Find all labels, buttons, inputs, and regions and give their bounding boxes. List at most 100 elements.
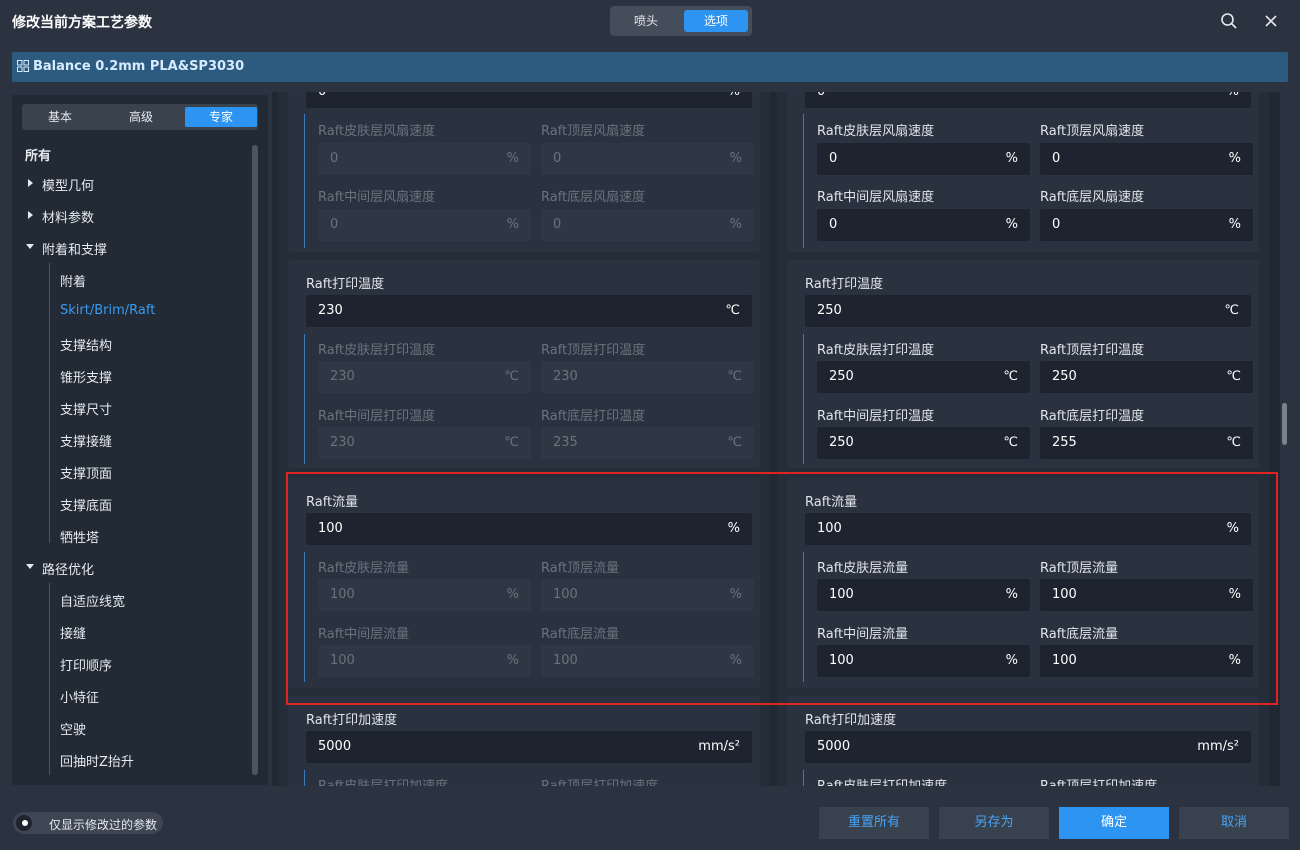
raft-accel-input[interactable]: 5000 mm/s²: [805, 731, 1251, 763]
raft-skin-fan-input[interactable]: 0%: [817, 143, 1030, 175]
expand-right-icon[interactable]: [28, 179, 33, 187]
tree-item-tree-support[interactable]: 锥形支撑: [60, 367, 112, 386]
tab-options[interactable]: 选项: [684, 10, 748, 32]
raft-skin-flow-input: 100%: [318, 579, 531, 611]
category-panel: 基本 高级 专家 所有 模型几何 材料参数 附着和支撑 附着 Skirt/Bri…: [12, 95, 268, 785]
nozzle-column-right: 0% Raft皮肤层风扇速度 Raft顶层风扇速度 0% 0% Raft中间层风…: [777, 92, 1269, 786]
preset-bar[interactable]: Balance 0.2mm PLA&SP3030: [12, 52, 1288, 82]
raft-mid-temp-input: 230 ℃: [318, 427, 531, 459]
raft-mid-flow-label: Raft中间层流量: [318, 627, 410, 642]
raft-top-flow-label: Raft顶层流量: [1040, 561, 1119, 576]
collapse-down-icon[interactable]: [26, 244, 34, 249]
tree-item-small-feature[interactable]: 小特征: [60, 687, 99, 706]
raft-skin-temp-input: 230 ℃: [318, 361, 531, 393]
raft-flow-input[interactable]: 100%: [306, 513, 752, 545]
raft-flow-input[interactable]: 100%: [805, 513, 1251, 545]
group-indicator: [803, 552, 804, 682]
raft-fan-speed-input[interactable]: 0%: [805, 92, 1251, 108]
search-icon[interactable]: [1220, 12, 1238, 30]
raft-skin-flow-input[interactable]: 100%: [817, 579, 1030, 611]
tree-item-support-seam[interactable]: 支撑接缝: [60, 431, 112, 450]
raft-mid-flow-input: 100%: [318, 645, 531, 677]
tree-item-prime-tower[interactable]: 牺牲塔: [60, 527, 99, 546]
raft-mid-fan-label: Raft中间层风扇速度: [318, 190, 436, 205]
settings-content: 0% Raft皮肤层风扇速度 Raft顶层风扇速度 0% 0% Raft中间层风…: [272, 92, 1280, 786]
nozzle-column-left: 0% Raft皮肤层风扇速度 Raft顶层风扇速度 0% 0% Raft中间层风…: [278, 92, 770, 786]
raft-flow-label: Raft流量: [805, 495, 858, 510]
raft-top-fan-input[interactable]: 0%: [1040, 143, 1253, 175]
flow-card: Raft流量 100% Raft皮肤层流量 Raft顶层流量 100% 100%…: [288, 478, 760, 688]
tab-nozzle[interactable]: 喷头: [614, 10, 678, 32]
raft-top-accel-label: Raft顶层打印加速度: [541, 775, 658, 786]
tree-item-material[interactable]: 材料参数: [42, 207, 94, 226]
raft-top-flow-input[interactable]: 100%: [1040, 579, 1253, 611]
raft-bottom-flow-input: 100%: [541, 645, 754, 677]
raft-mid-flow-input[interactable]: 100%: [817, 645, 1030, 677]
accel-card: Raft打印加速度 5000mm/s² Raft皮肤层打印加速度 Raft顶层打…: [288, 696, 760, 786]
raft-mid-fan-input[interactable]: 0%: [817, 209, 1030, 241]
raft-bottom-flow-label: Raft底层流量: [1040, 627, 1119, 642]
raft-skin-temp-input[interactable]: 250 ℃: [817, 361, 1030, 393]
fan-card: 0% Raft皮肤层风扇速度 Raft顶层风扇速度 0% 0% Raft中间层风…: [288, 92, 760, 252]
tree-item-travel[interactable]: 空驶: [60, 719, 86, 738]
raft-mid-temp-input[interactable]: 250 ℃: [817, 427, 1030, 459]
raft-top-flow-input: 100%: [541, 579, 754, 611]
tree-item-support-bottom[interactable]: 支撑底面: [60, 495, 112, 514]
show-modified-toggle[interactable]: 仅显示修改过的参数: [13, 812, 163, 834]
tree-item-all[interactable]: 所有: [25, 145, 51, 164]
raft-accel-label: Raft打印加速度: [306, 713, 398, 728]
tree-item-support-top[interactable]: 支撑顶面: [60, 463, 112, 482]
raft-accel-input[interactable]: 5000 mm/s²: [306, 731, 752, 763]
tree-item-path[interactable]: 路径优化: [42, 559, 94, 578]
tree-scrollbar[interactable]: [252, 145, 258, 775]
tree-item-z-hop[interactable]: 回抽时Z抬升: [60, 751, 134, 770]
tab-advanced[interactable]: 高级: [105, 107, 177, 127]
content-scrollbar[interactable]: [1282, 403, 1287, 445]
raft-top-temp-input: 230 ℃: [541, 361, 754, 393]
raft-skin-flow-label: Raft皮肤层流量: [817, 561, 909, 576]
raft-top-fan-input: 0%: [541, 143, 754, 175]
raft-skin-temp-label: Raft皮肤层打印温度: [817, 343, 935, 358]
tree-item-seam[interactable]: 接缝: [60, 623, 86, 642]
group-indicator: [803, 770, 804, 786]
toggle-knob: [16, 815, 32, 831]
fan-card: 0% Raft皮肤层风扇速度 Raft顶层风扇速度 0% 0% Raft中间层风…: [787, 92, 1259, 252]
tab-basic[interactable]: 基本: [24, 107, 96, 127]
raft-temp-label: Raft打印温度: [306, 277, 385, 292]
level-tabs: 基本 高级 专家: [22, 104, 258, 130]
raft-temp-input[interactable]: 250 ℃: [805, 295, 1251, 327]
raft-top-temp-label: Raft顶层打印温度: [541, 343, 646, 358]
raft-bottom-temp-input[interactable]: 255 ℃: [1040, 427, 1253, 459]
tree-item-print-order[interactable]: 打印顺序: [60, 655, 112, 674]
tree-item-adhesion-sub[interactable]: 附着: [60, 271, 86, 290]
raft-bottom-temp-label: Raft底层打印温度: [541, 409, 646, 424]
raft-temp-input[interactable]: 230 ℃: [306, 295, 752, 327]
raft-skin-fan-label: Raft皮肤层风扇速度: [318, 124, 436, 139]
raft-fan-speed-input[interactable]: 0%: [306, 92, 752, 108]
raft-bottom-fan-input[interactable]: 0%: [1040, 209, 1253, 241]
raft-bottom-temp-label: Raft底层打印温度: [1040, 409, 1145, 424]
save-as-button[interactable]: 另存为: [939, 807, 1049, 839]
tree-item-support-structure[interactable]: 支撑结构: [60, 335, 112, 354]
tab-expert[interactable]: 专家: [185, 107, 257, 127]
group-indicator: [803, 114, 804, 248]
tree-item-adaptive-width[interactable]: 自适应线宽: [60, 591, 125, 610]
collapse-down-icon[interactable]: [26, 564, 34, 569]
raft-top-fan-label: Raft顶层风扇速度: [1040, 124, 1145, 139]
tree-item-skirt-brim-raft[interactable]: Skirt/Brim/Raft: [60, 303, 155, 318]
tree-guide-line: [49, 263, 50, 543]
raft-top-temp-label: Raft顶层打印温度: [1040, 343, 1145, 358]
raft-mid-fan-label: Raft中间层风扇速度: [817, 190, 935, 205]
reset-all-button[interactable]: 重置所有: [819, 807, 929, 839]
tree-item-adhesion[interactable]: 附着和支撑: [42, 239, 107, 258]
tree-item-support-size[interactable]: 支撑尺寸: [60, 399, 112, 418]
expand-right-icon[interactable]: [28, 211, 33, 219]
tree-item-model[interactable]: 模型几何: [42, 175, 94, 194]
cancel-button[interactable]: 取消: [1179, 807, 1289, 839]
close-icon[interactable]: [1262, 12, 1280, 30]
confirm-button[interactable]: 确定: [1059, 807, 1169, 839]
tree-guide-line: [49, 583, 50, 775]
raft-bottom-flow-input[interactable]: 100%: [1040, 645, 1253, 677]
group-indicator: [803, 334, 804, 464]
raft-top-temp-input[interactable]: 250 ℃: [1040, 361, 1253, 393]
